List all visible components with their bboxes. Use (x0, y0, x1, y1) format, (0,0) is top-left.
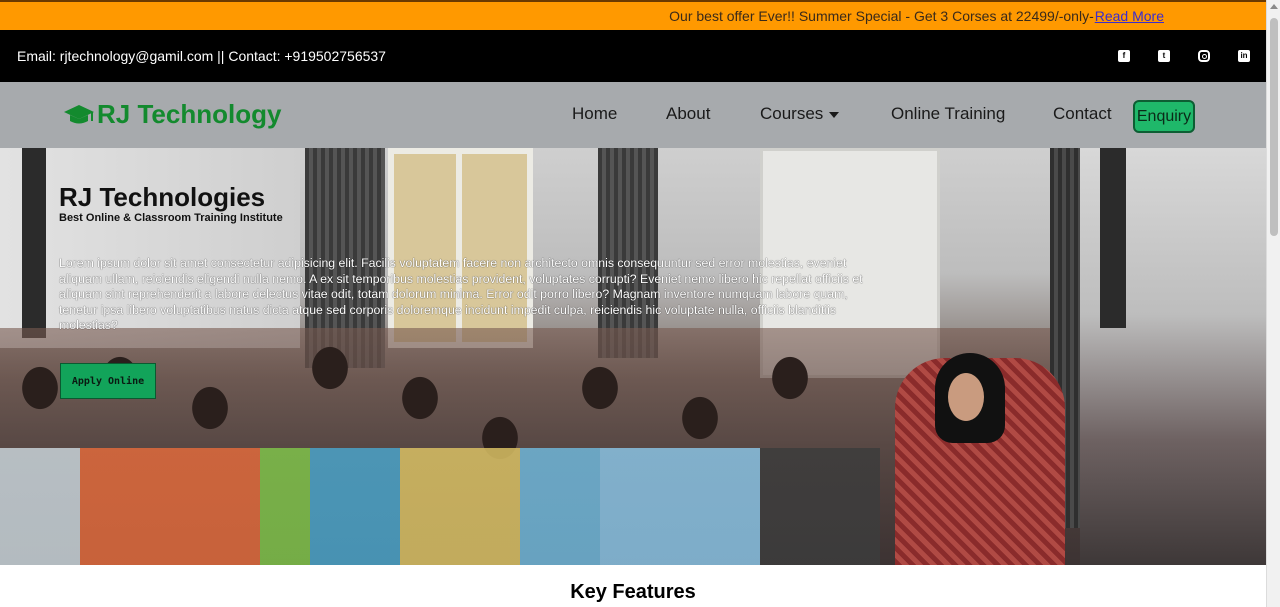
scrollbar[interactable] (1266, 0, 1280, 607)
social-links: f t in (1090, 30, 1250, 82)
scrollbar-thumb[interactable] (1270, 18, 1278, 236)
facebook-icon[interactable]: f (1118, 50, 1130, 62)
enquiry-button[interactable]: Enquiry (1133, 100, 1195, 133)
nav-home[interactable]: Home (572, 104, 617, 124)
nav-courses-label: Courses (760, 104, 824, 123)
hero-title: RJ Technologies (59, 182, 266, 212)
caret-down-icon (829, 111, 840, 118)
contact-bar: Email: rjtechnology@gamil.com || Contact… (0, 30, 1266, 82)
twitter-icon[interactable]: t (1158, 50, 1170, 62)
hero-bg (22, 148, 46, 338)
offer-text: Our best offer Ever!! Summer Special - G… (669, 8, 1094, 24)
scroll-up-icon[interactable] (1270, 4, 1278, 9)
nav-online-training[interactable]: Online Training (891, 104, 1005, 124)
hero-description: Lorem ipsum dolor sit amet consectetur a… (59, 256, 863, 332)
navbar: RJ Technology Home About Courses Online … (0, 82, 1266, 148)
nav-contact[interactable]: Contact (1053, 104, 1112, 124)
contact-info: Email: rjtechnology@gamil.com || Contact… (17, 48, 386, 64)
nav-courses[interactable]: Courses (760, 104, 840, 124)
hero-bg (1100, 148, 1126, 328)
instagram-icon[interactable] (1198, 50, 1210, 62)
apply-online-button[interactable]: Apply Online (60, 363, 156, 399)
key-features-heading: Key Features (570, 581, 696, 603)
linkedin-icon[interactable]: in (1238, 50, 1250, 62)
hero-subtitle: Best Online & Classroom Training Institu… (59, 212, 283, 224)
nav-about[interactable]: About (666, 104, 710, 124)
offer-bar: Our best offer Ever!! Summer Special - G… (0, 0, 1266, 30)
hero-image (948, 373, 984, 421)
read-more-link[interactable]: Read More (1095, 8, 1164, 24)
nav-menu: Home About Courses Online Training Conta… (0, 82, 1266, 148)
